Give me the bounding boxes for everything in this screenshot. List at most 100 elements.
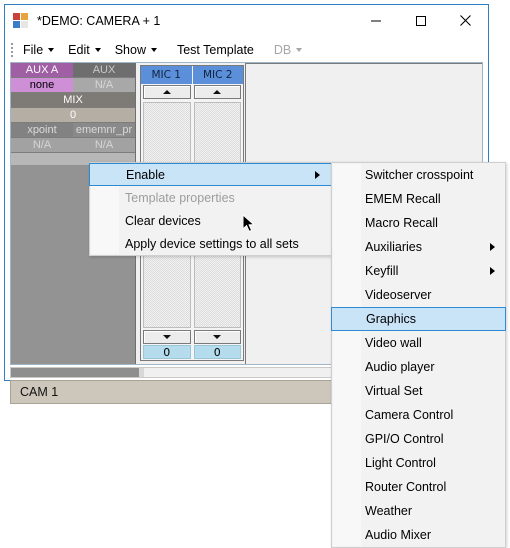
scrollbar-grip[interactable] <box>139 368 144 377</box>
cell-aux[interactable]: AUX <box>73 63 135 78</box>
context-menu-item-apply-device-settings[interactable]: Apply device settings to all sets <box>90 232 331 255</box>
spin-up-icon <box>162 90 171 94</box>
mic1-up-button[interactable] <box>143 85 191 99</box>
minimize-button[interactable] <box>353 5 398 36</box>
maximize-button[interactable] <box>398 5 443 36</box>
submenu-item-auxiliaries[interactable]: Auxiliaries <box>332 235 505 259</box>
mic1-down-button[interactable] <box>143 330 191 344</box>
submenu-item-label: Virtual Set <box>365 384 423 398</box>
menu-show-label: Show <box>114 42 146 57</box>
submenu-item-label: Light Control <box>365 456 436 470</box>
close-button[interactable] <box>443 5 488 36</box>
mic-decrease-row <box>141 329 243 345</box>
mouse-cursor-icon <box>243 215 256 233</box>
submenu-item-switcher-crosspoint[interactable]: Switcher crosspoint <box>332 163 505 187</box>
chevron-right-icon <box>490 243 495 251</box>
context-menu-item-label: Clear devices <box>125 213 201 228</box>
submenu-item-emem-recall[interactable]: EMEM Recall <box>332 187 505 211</box>
chevron-right-icon <box>490 267 495 275</box>
mic2-label[interactable]: MIC 2 <box>191 66 243 84</box>
submenu-item-audio-player[interactable]: Audio player <box>332 355 505 379</box>
context-menu-item-enable[interactable]: Enable <box>89 163 332 186</box>
menu-db[interactable]: DB <box>267 40 309 60</box>
menu-edit[interactable]: Edit <box>61 40 108 60</box>
submenu-item-label: Audio Mixer <box>365 528 431 542</box>
chevron-down-icon <box>94 48 101 52</box>
mic-header-row: MIC 1 MIC 2 <box>141 66 243 84</box>
context-menu-item-label: Apply device settings to all sets <box>125 236 299 251</box>
submenu-item-label: Camera Control <box>365 408 454 422</box>
menu-file-label: File <box>23 42 44 57</box>
mic-value-row: 0 0 <box>143 345 241 359</box>
mic1-value[interactable]: 0 <box>143 345 191 359</box>
menu-grip-handle[interactable] <box>8 37 16 62</box>
submenu-item-router-control[interactable]: Router Control <box>332 475 505 499</box>
submenu-item-label: GPI/O Control <box>365 432 444 446</box>
submenu-item-label: Weather <box>365 504 413 518</box>
submenu-item-light-control[interactable]: Light Control <box>332 451 505 475</box>
spin-down-icon <box>162 335 171 339</box>
window-controls <box>353 5 488 36</box>
device-grid-row: MIX <box>11 93 135 108</box>
submenu-item-label: Switcher crosspoint <box>365 168 474 182</box>
cell-ememnr-value[interactable]: N/A <box>73 138 135 153</box>
enable-submenu: Switcher crosspoint EMEM Recall Macro Re… <box>331 162 506 548</box>
cell-ememnr[interactable]: ememnr_pr <box>73 123 135 138</box>
context-menu: Enable Template properties Clear devices… <box>89 162 332 256</box>
mic2-value[interactable]: 0 <box>193 345 241 359</box>
mic2-up-button[interactable] <box>193 85 241 99</box>
device-grid-row: none N/A <box>11 78 135 93</box>
chevron-down-icon <box>296 48 303 52</box>
menu-show[interactable]: Show <box>108 40 164 60</box>
chevron-down-icon <box>150 48 157 52</box>
submenu-item-label: Router Control <box>365 480 447 494</box>
submenu-item-graphics[interactable]: Graphics <box>331 307 506 331</box>
cell-aux-a-value[interactable]: none <box>11 78 73 93</box>
cell-mix-value[interactable]: 0 <box>11 108 135 123</box>
submenu-item-label: Keyfill <box>365 264 399 278</box>
cell-mix[interactable]: MIX <box>11 93 135 108</box>
mic-increase-row <box>141 84 243 100</box>
context-menu-item-label: Enable <box>126 167 165 182</box>
set-name-label: CAM 1 <box>20 385 59 399</box>
submenu-item-camera-control[interactable]: Camera Control <box>332 403 505 427</box>
menu-bar: File Edit Show Test Template DB <box>5 37 488 62</box>
cell-xpoint[interactable]: xpoint <box>11 123 73 138</box>
context-menu-item-clear-devices[interactable]: Clear devices <box>90 209 331 232</box>
submenu-item-virtual-set[interactable]: Virtual Set <box>332 379 505 403</box>
submenu-item-videoserver[interactable]: Videoserver <box>332 283 505 307</box>
submenu-item-label: Auxiliaries <box>365 240 422 254</box>
menu-test-template-label: Test Template <box>176 42 254 57</box>
submenu-item-weather[interactable]: Weather <box>332 499 505 523</box>
submenu-item-label: Graphics <box>366 312 417 326</box>
submenu-item-gpio-control[interactable]: GPI/O Control <box>332 427 505 451</box>
cell-aux-a[interactable]: AUX A <box>11 63 73 78</box>
title-bar: *DEMO: CAMERA + 1 <box>5 5 488 37</box>
cell-xpoint-value[interactable]: N/A <box>11 138 73 153</box>
device-grid-row: 0 <box>11 108 135 123</box>
submenu-item-keyfill[interactable]: Keyfill <box>332 259 505 283</box>
cell-aux-value[interactable]: N/A <box>73 78 135 93</box>
context-menu-item-template-properties[interactable]: Template properties <box>90 186 331 209</box>
chevron-down-icon <box>48 48 55 52</box>
scrollbar-thumb[interactable] <box>11 368 139 377</box>
window-title: *DEMO: CAMERA + 1 <box>37 14 161 28</box>
submenu-item-label: Videoserver <box>365 288 432 302</box>
spin-up-icon <box>213 90 222 94</box>
chevron-right-icon <box>315 170 320 179</box>
submenu-item-label: EMEM Recall <box>365 192 441 206</box>
device-grid-row: xpoint ememnr_pr <box>11 123 135 138</box>
device-grid-row: AUX A AUX <box>11 63 135 78</box>
menu-file[interactable]: File <box>16 40 61 60</box>
submenu-item-video-wall[interactable]: Video wall <box>332 331 505 355</box>
submenu-item-macro-recall[interactable]: Macro Recall <box>332 211 505 235</box>
mic1-label[interactable]: MIC 1 <box>141 66 192 84</box>
menu-test-template[interactable]: Test Template <box>170 40 261 60</box>
maximize-icon <box>415 15 426 26</box>
submenu-item-label: Audio player <box>365 360 435 374</box>
submenu-item-audio-mixer[interactable]: Audio Mixer <box>332 523 505 547</box>
device-grid-row: N/A N/A <box>11 138 135 153</box>
close-icon <box>460 15 471 26</box>
menu-db-label: DB <box>273 42 292 57</box>
mic2-down-button[interactable] <box>193 330 241 344</box>
